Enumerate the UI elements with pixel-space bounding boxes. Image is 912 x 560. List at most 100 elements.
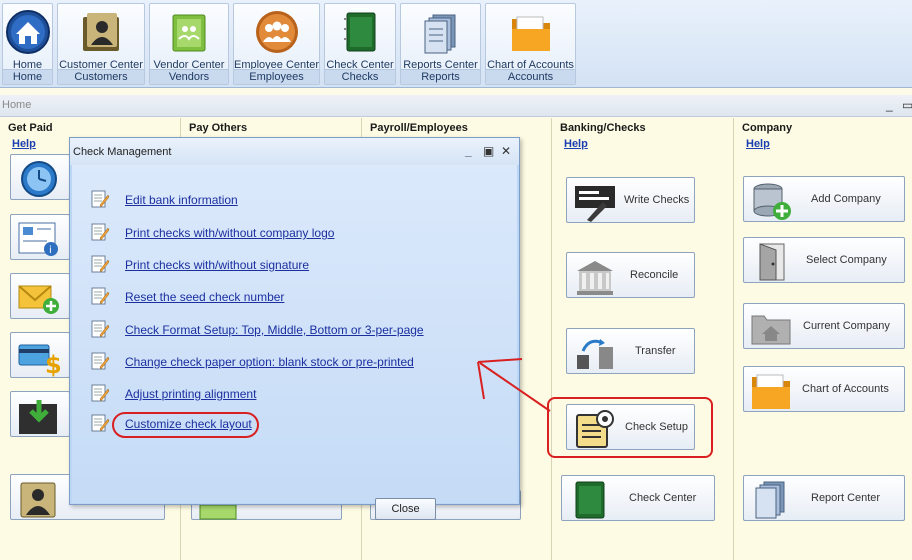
customer-folder-icon — [20, 482, 56, 518]
help-link[interactable]: Help — [564, 138, 588, 150]
dialog-close-button[interactable]: ✕ — [501, 144, 511, 158]
help-link[interactable]: Help — [12, 138, 36, 150]
company-column: Company Help Add Company Select Company … — [734, 118, 912, 560]
accounts-folder-icon — [752, 374, 790, 409]
breadcrumb: Home — [2, 99, 32, 111]
option-link[interactable]: Print checks with/without signature — [125, 258, 309, 272]
check-center-tile[interactable]: Check Center — [561, 475, 715, 521]
tile-label: Transfer — [635, 345, 676, 357]
column-title: Get Paid — [8, 122, 53, 134]
add-database-icon — [753, 183, 791, 220]
tile-label: Check Center — [629, 492, 697, 504]
option-link[interactable]: Adjust printing alignment — [125, 387, 256, 401]
check-center-button[interactable]: Check Center Checks — [324, 3, 396, 85]
download-folder-icon — [19, 400, 57, 434]
help-link[interactable]: Help — [746, 138, 770, 150]
door-icon — [759, 243, 785, 281]
add-company-button[interactable]: Add Company — [743, 176, 905, 222]
minimize-button[interactable]: _ — [886, 98, 893, 112]
credit-card-icon: $ — [18, 344, 61, 377]
reports-icon — [755, 481, 785, 519]
svg-text:i: i — [49, 245, 52, 256]
vendors-group-label: Vendors — [150, 69, 228, 84]
reports-center-button[interactable]: Reports Center Reports — [400, 3, 481, 85]
transfer-button[interactable]: Transfer — [566, 328, 695, 374]
tile-label: Report Center — [811, 492, 881, 504]
svg-text:$: $ — [45, 351, 61, 377]
transfer-icon — [577, 339, 613, 369]
current-company-button[interactable]: Current Company — [743, 303, 905, 349]
option-link[interactable]: Check Format Setup: Top, Middle, Bottom … — [125, 323, 424, 337]
chart-of-accounts-tile[interactable]: Chart of Accounts — [743, 366, 905, 412]
get-paid-tile-5[interactable] — [10, 391, 70, 437]
employees-group-label: Employees — [234, 69, 319, 84]
checks-group-label: Checks — [325, 69, 395, 84]
write-checks-button[interactable]: Write Checks — [566, 177, 695, 223]
house-folder-icon — [751, 315, 791, 345]
option-link[interactable]: Print checks with/without company logo — [125, 226, 334, 240]
checkbook-icon — [575, 481, 605, 519]
tile-label: Reconcile — [630, 269, 679, 281]
column-title: Payroll/Employees — [370, 122, 468, 134]
invoice-icon: i — [18, 222, 58, 256]
notepad-pencil-icon — [91, 190, 110, 208]
get-paid-tile-4[interactable]: $ — [10, 332, 70, 378]
restore-button[interactable]: ▭ — [902, 98, 912, 112]
vendor-book-icon — [172, 14, 206, 52]
select-company-button[interactable]: Select Company — [743, 237, 905, 283]
annotation-arrow — [477, 358, 551, 412]
option-link[interactable]: Edit bank information — [125, 193, 238, 207]
accounts-group-label: Accounts — [486, 69, 575, 84]
accounts-folder-icon — [511, 16, 550, 51]
checkbook-icon — [344, 12, 376, 52]
chart-of-accounts-button[interactable]: Chart of Accounts Accounts — [485, 3, 576, 85]
get-paid-tile-1[interactable] — [10, 154, 70, 200]
home-button[interactable]: Home Home — [2, 3, 53, 85]
address-bar: Home _ ▭ — [0, 95, 912, 117]
reports-group-label: Reports — [401, 69, 480, 84]
home-icon — [5, 10, 50, 54]
clock-icon — [21, 161, 57, 197]
write-checks-icon — [575, 186, 615, 222]
tile-label: Current Company — [803, 320, 890, 332]
banking-checks-column: Banking/Checks Help Write Checks Reconci… — [552, 118, 734, 560]
notepad-pencil-icon — [91, 223, 110, 241]
dialog-title: Check Management — [73, 146, 172, 158]
tile-label: Write Checks — [624, 194, 690, 206]
employee-center-button[interactable]: Employee Center Employees — [233, 3, 320, 85]
reports-icon — [424, 14, 455, 54]
option-link[interactable]: Reset the seed check number — [125, 290, 284, 304]
highlight-oval — [112, 412, 259, 438]
dialog-minimize-button[interactable]: _ — [465, 144, 472, 158]
get-paid-tile-3[interactable] — [10, 273, 70, 319]
tile-label: Chart of Accounts — [802, 383, 889, 395]
notepad-pencil-icon — [91, 352, 110, 370]
bank-icon — [577, 261, 613, 295]
tile-label: Select Company — [806, 254, 887, 266]
vendor-book-icon — [199, 505, 237, 520]
notepad-pencil-icon — [91, 384, 110, 402]
option-link[interactable]: Change check paper option: blank stock o… — [125, 355, 414, 369]
notepad-pencil-icon — [91, 320, 110, 338]
customer-folder-icon — [83, 13, 119, 51]
column-title: Banking/Checks — [560, 122, 646, 134]
home-group-label: Home — [3, 69, 52, 84]
vendor-center-button[interactable]: Vendor Center Vendors — [149, 3, 229, 85]
close-button[interactable]: Close — [375, 498, 436, 520]
customers-group-label: Customers — [58, 69, 144, 84]
check-management-dialog: Check Management _ ▣ ✕ Edit bank informa… — [69, 137, 520, 520]
dialog-titlebar[interactable]: Check Management _ ▣ ✕ — [70, 138, 519, 165]
dialog-body: Edit bank information Print checks with/… — [72, 165, 517, 520]
customer-center-button[interactable]: Customer Center Customers — [57, 3, 145, 85]
mail-add-icon — [18, 285, 59, 314]
report-center-button[interactable]: Report Center — [743, 475, 905, 521]
notepad-pencil-icon — [91, 255, 110, 273]
notepad-pencil-icon — [91, 414, 110, 432]
dialog-maximize-button[interactable]: ▣ — [483, 144, 494, 158]
tile-label: Add Company — [811, 193, 881, 205]
employees-icon — [255, 11, 298, 53]
column-title: Company — [742, 122, 793, 134]
ribbon-toolbar: Home Home Customer Center Customers Vend… — [0, 0, 912, 88]
reconcile-button[interactable]: Reconcile — [566, 252, 695, 298]
get-paid-tile-2[interactable]: i — [10, 214, 70, 260]
